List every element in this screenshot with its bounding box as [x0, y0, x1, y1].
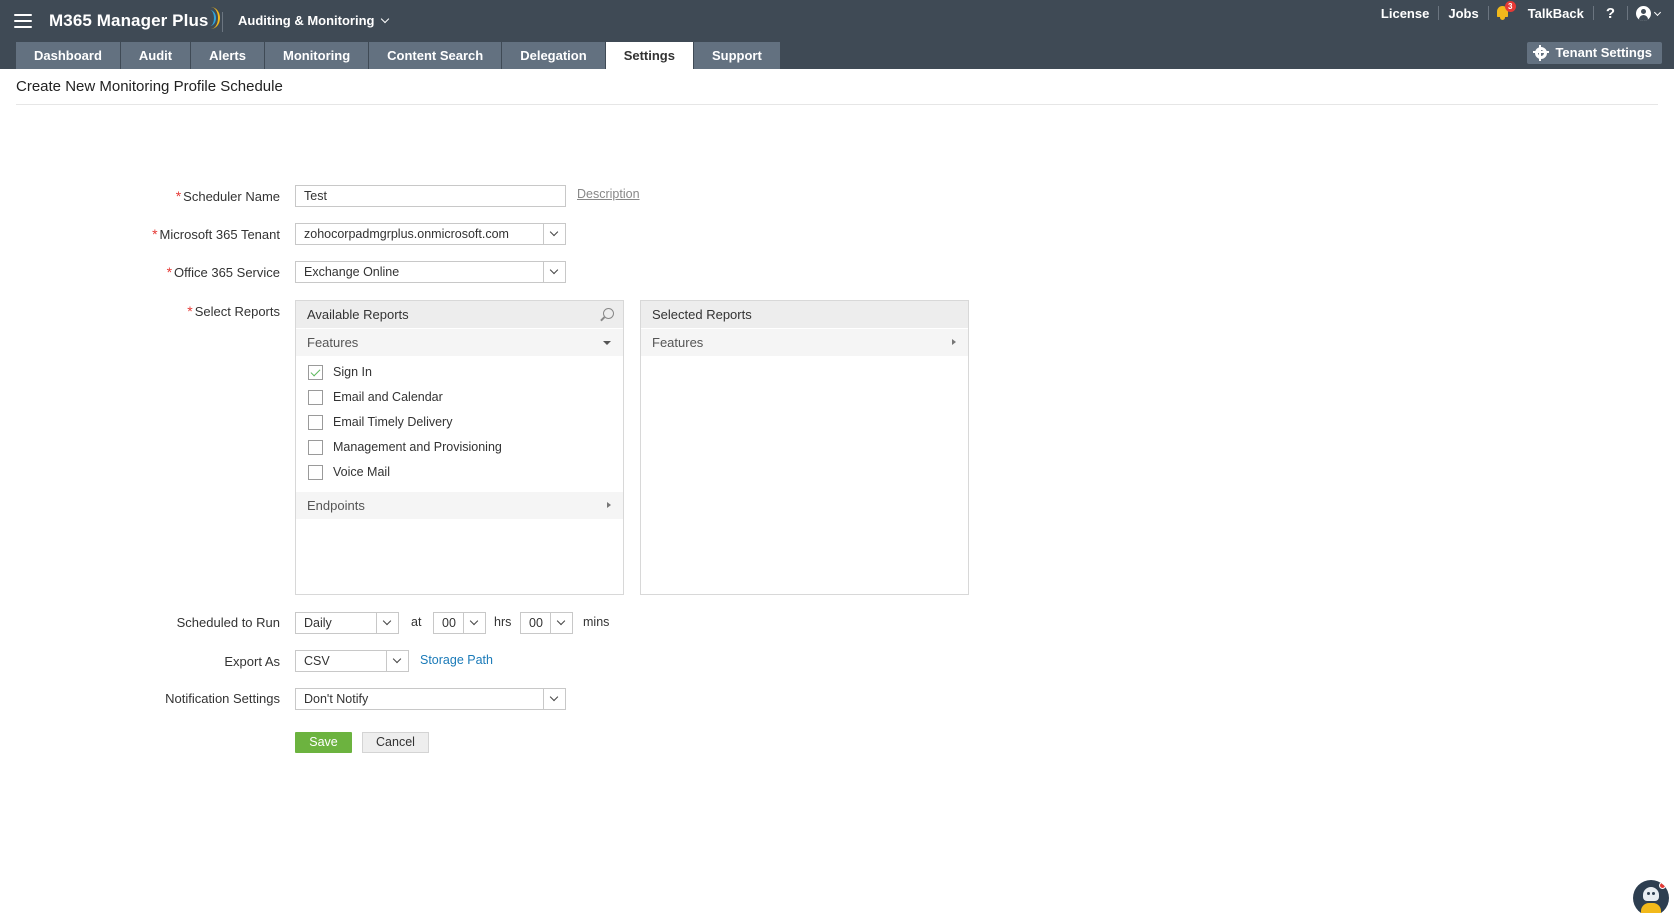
mins-text: mins — [583, 615, 610, 629]
report-item-management-and-provisioning[interactable]: Management and Provisioning — [296, 435, 623, 460]
available-group-endpoints[interactable]: Endpoints — [296, 492, 623, 519]
tenant-select[interactable]: zohocorpadmgrplus.onmicrosoft.com — [295, 223, 566, 245]
help-icon[interactable]: ? — [1594, 5, 1627, 22]
chatbot-assistant-icon[interactable] — [1633, 880, 1669, 913]
chevron-down-icon — [386, 651, 408, 671]
tab-alerts[interactable]: Alerts — [191, 42, 264, 69]
caret-right-icon — [607, 502, 611, 508]
report-item-email-timely-delivery[interactable]: Email Timely Delivery — [296, 410, 623, 435]
checkbox-checked[interactable] — [308, 365, 323, 380]
checkbox[interactable] — [308, 465, 323, 480]
scheduler-name-input[interactable]: Test — [295, 185, 566, 207]
module-name: Auditing & Monitoring — [238, 13, 375, 28]
required-marker: * — [152, 226, 158, 242]
required-marker: * — [187, 303, 193, 319]
schedule-frequency-select[interactable]: Daily — [295, 612, 399, 634]
feature-report-list: Sign In Email and Calendar Email Timely … — [296, 356, 623, 485]
chevron-down-icon — [381, 14, 390, 24]
report-item-voice-mail[interactable]: Voice Mail — [296, 460, 623, 485]
schedule-minutes-select[interactable]: 00 — [520, 612, 573, 634]
service-select-value: Exchange Online — [304, 265, 400, 279]
schedule-hours-value: 00 — [442, 616, 456, 630]
chevron-down-icon — [543, 224, 565, 244]
tenant-label: * Microsoft 365 Tenant — [152, 226, 280, 242]
chevron-down-icon — [463, 613, 485, 633]
chatbot-notification-dot — [1659, 882, 1666, 889]
chevron-down-icon — [543, 689, 565, 709]
top-navigation-bar: M365 Manager Plus Auditing & Monitoring … — [0, 0, 1674, 69]
available-reports-panel: Available Reports Features Sign In Email… — [295, 300, 624, 595]
schedule-hours-select[interactable]: 00 — [433, 612, 486, 634]
tab-monitoring[interactable]: Monitoring — [264, 42, 369, 69]
available-group-features[interactable]: Features — [296, 329, 623, 356]
export-as-label: Export As — [224, 654, 280, 669]
tenant-select-value: zohocorpadmgrplus.onmicrosoft.com — [304, 227, 509, 241]
divider — [1627, 6, 1628, 20]
app-logo[interactable]: M365 Manager Plus — [49, 7, 221, 31]
service-label: * Office 365 Service — [166, 264, 280, 280]
chevron-down-icon — [550, 613, 572, 633]
chevron-down-icon — [376, 613, 398, 633]
schedule-label: Scheduled to Run — [176, 615, 280, 630]
caret-right-icon — [952, 339, 956, 345]
tab-settings[interactable]: Settings — [605, 42, 693, 69]
checkbox[interactable] — [308, 440, 323, 455]
hamburger-menu-icon[interactable] — [14, 14, 32, 30]
tab-audit[interactable]: Audit — [120, 42, 191, 69]
selected-group-features[interactable]: Features — [641, 329, 968, 356]
app-brand-name: M365 Manager Plus — [49, 11, 209, 30]
gear-icon — [1533, 45, 1550, 61]
schedule-frequency-value: Daily — [304, 616, 332, 630]
description-link[interactable]: Description — [577, 187, 640, 201]
tenant-settings-label: Tenant Settings — [1555, 45, 1652, 60]
checkbox[interactable] — [308, 415, 323, 430]
at-text: at — [411, 615, 422, 629]
module-switcher[interactable]: Auditing & Monitoring — [238, 13, 390, 28]
save-button[interactable]: Save — [295, 732, 352, 753]
logo-divider — [222, 12, 223, 32]
user-account-icon[interactable] — [1636, 3, 1662, 23]
tab-support[interactable]: Support — [693, 42, 780, 69]
talkback-link[interactable]: TalkBack — [1519, 6, 1593, 21]
license-link[interactable]: License — [1372, 6, 1438, 21]
service-select[interactable]: Exchange Online — [295, 261, 566, 283]
report-item-sign-in[interactable]: Sign In — [296, 360, 623, 385]
page-title: Create New Monitoring Profile Schedule — [16, 78, 283, 95]
scheduler-name-label: * Scheduler Name — [175, 188, 280, 204]
selected-reports-panel: Selected Reports Features — [640, 300, 969, 595]
title-divider — [16, 104, 1658, 105]
notification-count-badge: 3 — [1504, 1, 1516, 12]
top-right-links: License Jobs 3 TalkBack ? — [1372, 1, 1662, 23]
chevron-down-icon — [543, 262, 565, 282]
required-marker: * — [166, 264, 173, 280]
tenant-settings-button[interactable]: Tenant Settings — [1527, 42, 1662, 64]
available-reports-header: Available Reports — [296, 301, 623, 328]
cancel-button[interactable]: Cancel — [362, 732, 429, 753]
tab-content-search[interactable]: Content Search — [369, 42, 502, 69]
required-marker: * — [175, 188, 182, 204]
hrs-text: hrs — [494, 615, 512, 629]
schedule-minutes-value: 00 — [529, 616, 543, 630]
jobs-link[interactable]: Jobs — [1439, 6, 1487, 21]
storage-path-link[interactable]: Storage Path — [420, 653, 493, 667]
caret-down-icon — [603, 341, 611, 345]
select-reports-label: * Select Reports — [187, 303, 280, 319]
report-item-email-and-calendar[interactable]: Email and Calendar — [296, 385, 623, 410]
main-tabs: Dashboard Audit Alerts Monitoring Conten… — [16, 42, 781, 69]
checkbox[interactable] — [308, 390, 323, 405]
notification-bell-icon[interactable]: 3 — [1489, 1, 1519, 23]
tab-dashboard[interactable]: Dashboard — [16, 42, 120, 69]
tab-delegation[interactable]: Delegation — [502, 42, 605, 69]
search-icon[interactable] — [603, 308, 614, 319]
notification-settings-value: Don't Notify — [304, 692, 369, 706]
export-format-value: CSV — [304, 654, 330, 668]
notification-settings-select[interactable]: Don't Notify — [295, 688, 566, 710]
selected-reports-header: Selected Reports — [641, 301, 968, 328]
export-format-select[interactable]: CSV — [295, 650, 409, 672]
notification-settings-label: Notification Settings — [165, 691, 280, 706]
